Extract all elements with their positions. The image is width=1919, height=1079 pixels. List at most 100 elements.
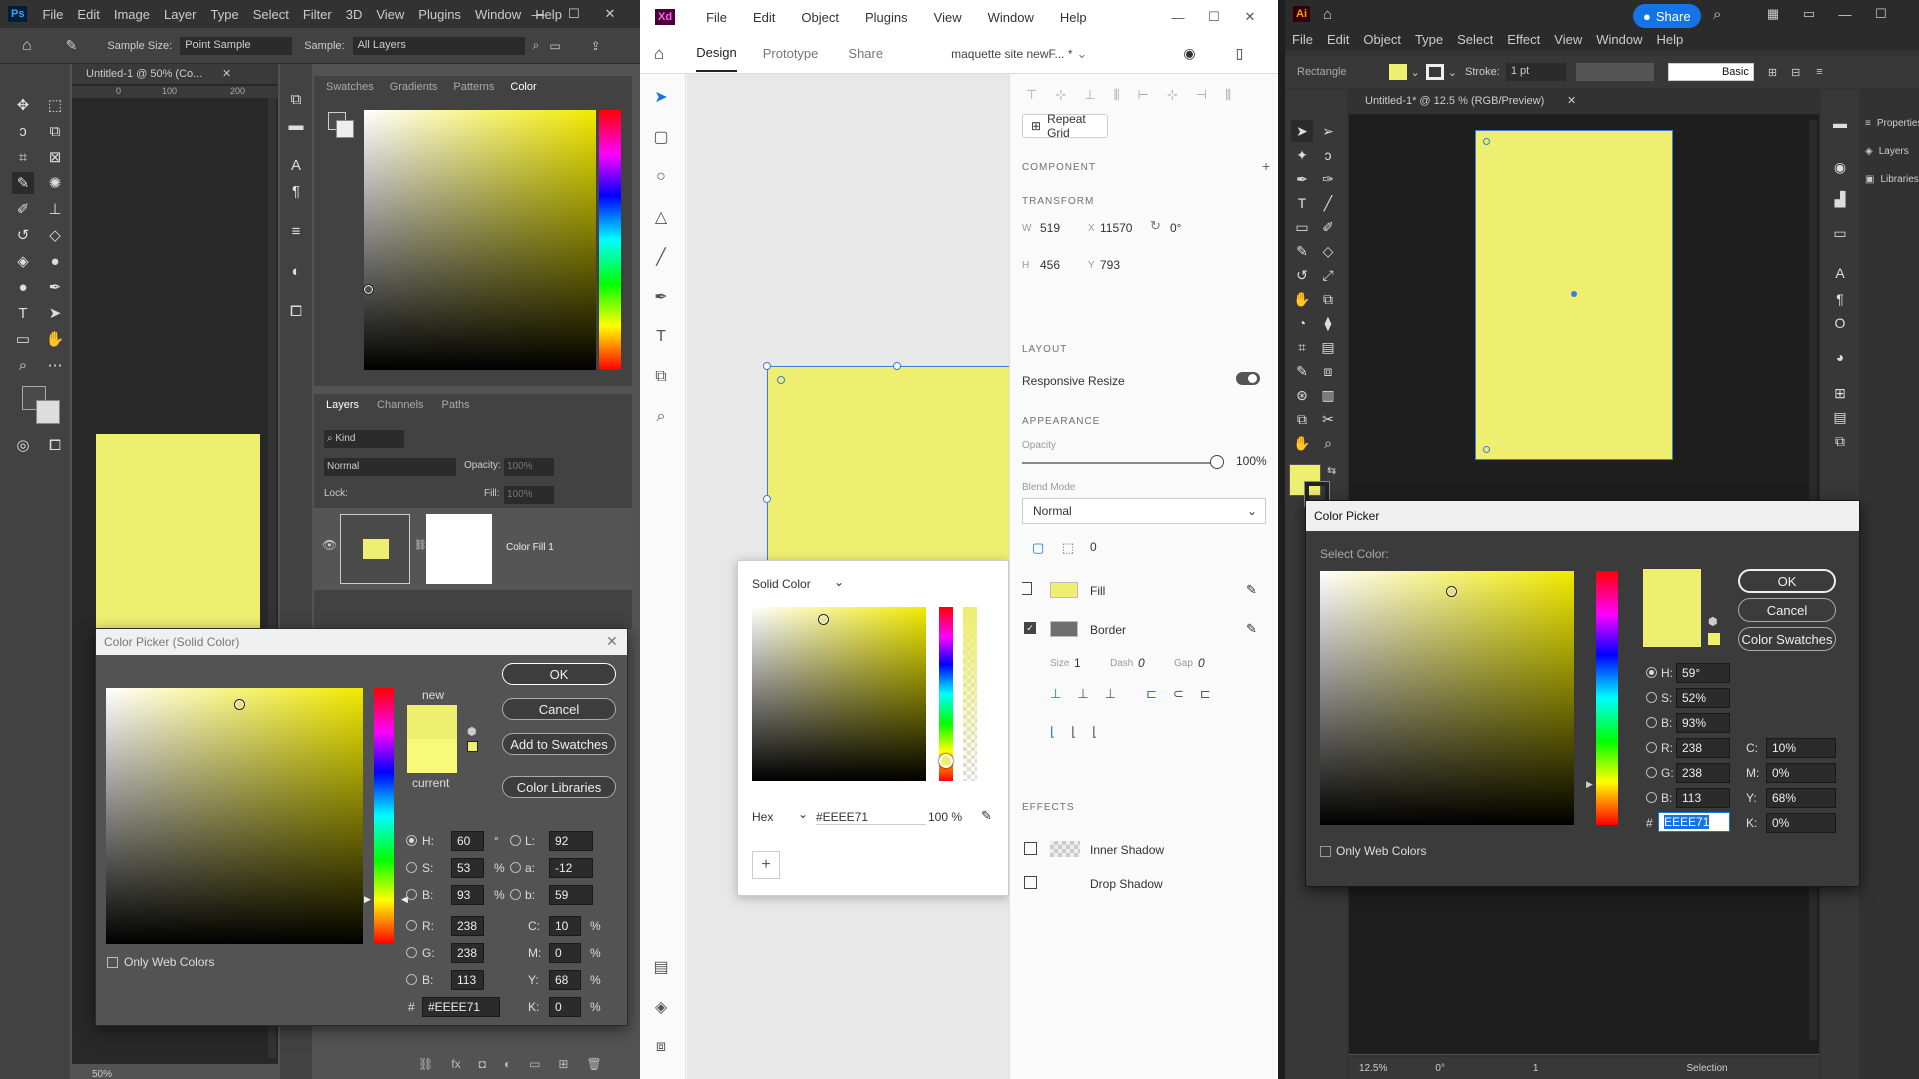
b-radio[interactable] bbox=[406, 889, 417, 900]
align-center-icon[interactable]: ⊹ bbox=[1167, 87, 1178, 103]
xd-menu-object[interactable]: Object bbox=[794, 10, 846, 25]
distribute-v-icon[interactable]: ⫼ bbox=[1114, 87, 1120, 103]
properties-panel-icon[interactable]: ≡ bbox=[285, 220, 307, 242]
path-select-icon[interactable]: ➤ bbox=[44, 302, 66, 324]
blue-radio[interactable] bbox=[406, 974, 417, 985]
h-input[interactable]: 456 bbox=[1040, 258, 1060, 272]
device-preview-icon[interactable]: ▯ bbox=[1236, 45, 1244, 62]
only-web-colors-checkbox[interactable] bbox=[1320, 846, 1331, 857]
assets-icon[interactable]: ▤ bbox=[648, 954, 674, 980]
ai-menu-select[interactable]: Select bbox=[1450, 32, 1500, 47]
selection-tool-icon[interactable]: ➤ bbox=[1291, 120, 1313, 142]
only-web-colors-checkbox[interactable] bbox=[107, 957, 118, 968]
dodge-tool-icon[interactable]: ● bbox=[12, 276, 34, 298]
eraser-tool-icon[interactable]: ◇ bbox=[44, 224, 66, 246]
ai-picker-handle[interactable] bbox=[1446, 586, 1457, 597]
ps-menu-plugins[interactable]: Plugins bbox=[411, 7, 468, 22]
ai-menu-window[interactable]: Window bbox=[1589, 32, 1649, 47]
responsive-resize-toggle[interactable] bbox=[1236, 372, 1260, 385]
link-layers-icon[interactable]: ⛓ bbox=[418, 1057, 433, 1071]
sample-select[interactable]: All Layers bbox=[352, 36, 525, 55]
b-field[interactable]: 93% bbox=[1676, 713, 1730, 733]
k-field[interactable]: 0% bbox=[1766, 813, 1836, 833]
add-swatch-button[interactable]: + bbox=[752, 851, 780, 879]
swatches-panel-icon[interactable]: ▟ bbox=[1829, 188, 1851, 210]
ps-menu-filter[interactable]: Filter bbox=[296, 7, 339, 22]
panel-color-field[interactable] bbox=[364, 110, 596, 370]
cube-icon[interactable]: ⬢ bbox=[467, 725, 477, 738]
ps-menu-image[interactable]: Image bbox=[107, 7, 157, 22]
cap-square-icon[interactable]: ⊏ bbox=[1200, 686, 1211, 702]
xd-menu-window[interactable]: Window bbox=[981, 10, 1041, 25]
perspective-icon[interactable]: ⧫ bbox=[1317, 312, 1339, 334]
eye-icon[interactable]: 👁 bbox=[322, 538, 337, 552]
artboard-tool-icon[interactable]: ⧉ bbox=[1291, 408, 1313, 430]
comments-panel-icon[interactable]: ▬ bbox=[1829, 112, 1851, 134]
c-field[interactable]: 10% bbox=[1766, 738, 1836, 758]
s-field[interactable]: 52% bbox=[1676, 688, 1730, 708]
ai-picker-color-field[interactable] bbox=[1320, 571, 1574, 825]
trash-icon[interactable]: 🗑 bbox=[586, 1057, 601, 1071]
rectangle-tool-icon[interactable]: ▭ bbox=[12, 328, 34, 350]
lab-b-field[interactable]: 59 bbox=[549, 885, 593, 905]
g-field[interactable]: 238 bbox=[1676, 763, 1730, 783]
polygon-tool-icon[interactable]: △ bbox=[648, 204, 674, 230]
transform-icon[interactable]: ⊟ bbox=[1791, 66, 1800, 79]
b-field[interactable]: 93 bbox=[451, 885, 484, 905]
minimize-icon[interactable]: — bbox=[1160, 10, 1196, 25]
blue-field[interactable]: 113 bbox=[451, 970, 484, 990]
tab-swatches[interactable]: Swatches bbox=[326, 81, 374, 93]
tab-design[interactable]: Design bbox=[696, 35, 737, 72]
mesh-tool-icon[interactable]: ⌗ bbox=[1291, 336, 1313, 358]
ai-menu-type[interactable]: Type bbox=[1408, 32, 1450, 47]
stroke-inside-icon[interactable]: ⊥ bbox=[1050, 686, 1061, 702]
type-tool-icon[interactable]: T bbox=[1291, 192, 1313, 214]
ps-menu-file[interactable]: File bbox=[35, 7, 70, 22]
layers-icon[interactable]: ◈ bbox=[648, 994, 674, 1020]
eyedropper-icon[interactable]: ✎ bbox=[1246, 621, 1257, 637]
ai-menu-file[interactable]: File bbox=[1285, 32, 1320, 47]
g-radio[interactable] bbox=[406, 947, 417, 958]
close-icon[interactable]: ✕ bbox=[606, 633, 618, 650]
fill-field[interactable]: 100% bbox=[504, 486, 554, 504]
cancel-button[interactable]: Cancel bbox=[1738, 598, 1836, 622]
tab-color[interactable]: Color bbox=[510, 81, 536, 93]
ai-menu-view[interactable]: View bbox=[1547, 32, 1589, 47]
curvature-tool-icon[interactable]: ✑ bbox=[1317, 168, 1339, 190]
layer-kind-filter[interactable]: ⌕ Kind bbox=[324, 430, 404, 448]
background-swatch[interactable] bbox=[36, 400, 60, 424]
join-miter-icon[interactable]: ⌊ bbox=[1050, 724, 1055, 740]
web-safe-swatch[interactable] bbox=[1708, 633, 1720, 645]
r-field[interactable]: 238 bbox=[451, 916, 484, 936]
home-icon[interactable]: ⌂ bbox=[22, 37, 32, 55]
magic-wand-icon[interactable]: ✦ bbox=[1291, 144, 1313, 166]
xd-menu-help[interactable]: Help bbox=[1053, 10, 1094, 25]
search-icon[interactable]: ⌕ bbox=[1713, 6, 1721, 23]
drop-shadow-checkbox[interactable] bbox=[1024, 876, 1037, 889]
corner-all-icon[interactable]: ▢ bbox=[1032, 540, 1044, 556]
ps-menu-layer[interactable]: Layer bbox=[157, 7, 204, 22]
m-field[interactable]: 0% bbox=[1766, 763, 1836, 783]
cube-icon[interactable]: ⬢ bbox=[1708, 615, 1718, 628]
libraries-panel-icon[interactable]: ⧠ bbox=[285, 300, 307, 322]
blend-mode-select[interactable]: Normal ⌄ bbox=[1022, 498, 1266, 524]
xd-color-field[interactable] bbox=[752, 607, 926, 781]
lasso-tool-icon[interactable]: ↄ bbox=[12, 120, 34, 142]
fx-icon[interactable]: fx bbox=[451, 1057, 460, 1071]
eyedropper-tool-icon[interactable]: ✎ bbox=[1291, 360, 1313, 382]
adjustments-panel-icon[interactable]: ◐ bbox=[285, 260, 307, 282]
s-radio[interactable] bbox=[1646, 692, 1657, 703]
repeat-grid-button[interactable]: ⊞ Repeat Grid bbox=[1022, 112, 1108, 140]
ai-menu-effect[interactable]: Effect bbox=[1500, 32, 1547, 47]
crop-tool-icon[interactable]: ⌗ bbox=[12, 146, 34, 168]
workspace-icon[interactable]: ▭ bbox=[1791, 6, 1827, 22]
graph-tool-icon[interactable]: ▥ bbox=[1317, 384, 1339, 406]
home-icon[interactable]: ⌂ bbox=[1316, 6, 1339, 23]
new-layer-icon[interactable]: ⊞ bbox=[558, 1057, 568, 1071]
stroke-outside-icon[interactable]: ⊥ bbox=[1105, 686, 1116, 702]
gap-input[interactable]: 0 bbox=[1198, 656, 1205, 670]
inner-shadow-swatch[interactable] bbox=[1050, 841, 1080, 857]
maximize-icon[interactable]: ☐ bbox=[1863, 6, 1899, 22]
rectangle-tool-icon[interactable]: ▭ bbox=[1291, 216, 1313, 238]
corner-radius-handle[interactable] bbox=[777, 376, 785, 384]
